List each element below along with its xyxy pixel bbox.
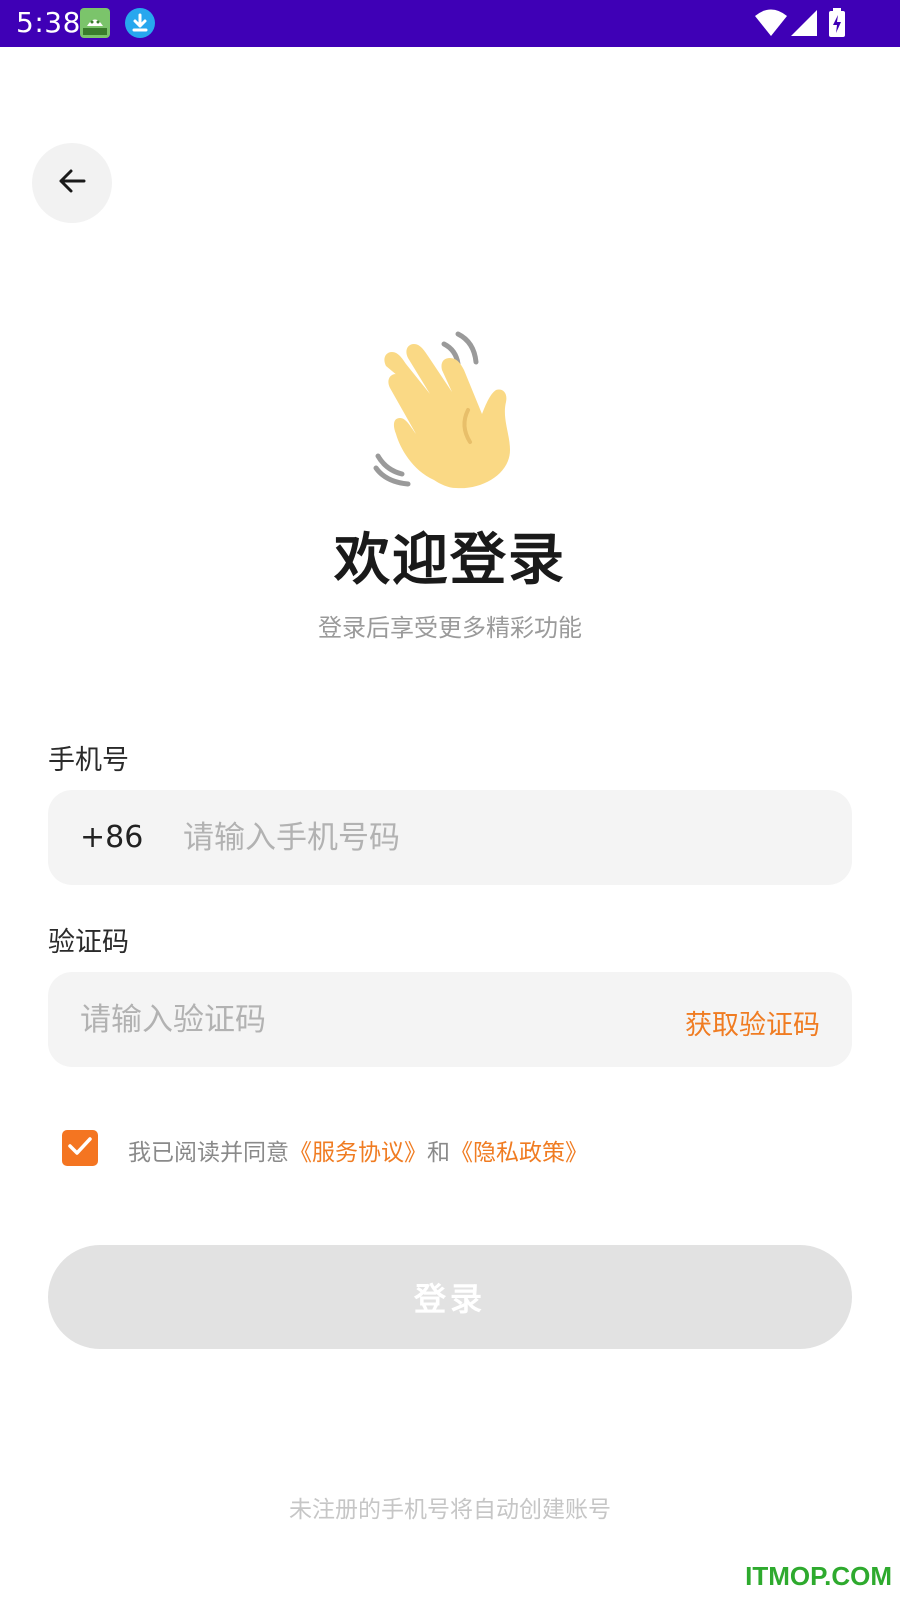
arrow-left-icon (56, 165, 88, 201)
get-code-button[interactable]: 获取验证码 (685, 1003, 820, 1042)
wifi-icon (755, 9, 787, 41)
status-bar: 5:38 (0, 0, 900, 47)
download-icon (125, 8, 155, 38)
status-time: 5:38 (16, 6, 81, 39)
country-code[interactable]: +86 (80, 820, 143, 855)
battery-charging-icon (828, 8, 846, 42)
privacy-policy-link[interactable]: 《隐私政策》 (450, 1140, 588, 1166)
cellular-signal-icon (790, 9, 818, 41)
agreement-checkbox[interactable] (62, 1130, 98, 1166)
android-notification-icon (80, 8, 110, 38)
page-subtitle: 登录后享受更多精彩功能 (318, 614, 582, 642)
back-button[interactable] (32, 143, 112, 223)
watermark: ITMOP.COM (745, 1561, 892, 1591)
phone-input[interactable] (183, 790, 803, 885)
waving-hand-icon (372, 330, 530, 490)
checkmark-icon (66, 1132, 94, 1164)
agreement-prefix: 我已阅读并同意 (128, 1140, 289, 1166)
verification-code-label: 验证码 (48, 927, 129, 958)
footer-note: 未注册的手机号将自动创建账号 (289, 1497, 611, 1523)
verification-code-input[interactable] (80, 972, 620, 1067)
login-button[interactable]: 登录 (48, 1245, 852, 1349)
agreement-conjunction: 和 (427, 1140, 450, 1166)
phone-field-container: +86 (48, 790, 852, 885)
verification-code-field-container: 获取验证码 (48, 972, 852, 1067)
terms-of-service-link[interactable]: 《服务协议》 (289, 1140, 427, 1166)
page-title: 欢迎登录 (334, 528, 566, 593)
agreement-text: 我已阅读并同意《服务协议》和《隐私政策》 (128, 1133, 588, 1167)
phone-label: 手机号 (48, 745, 129, 776)
